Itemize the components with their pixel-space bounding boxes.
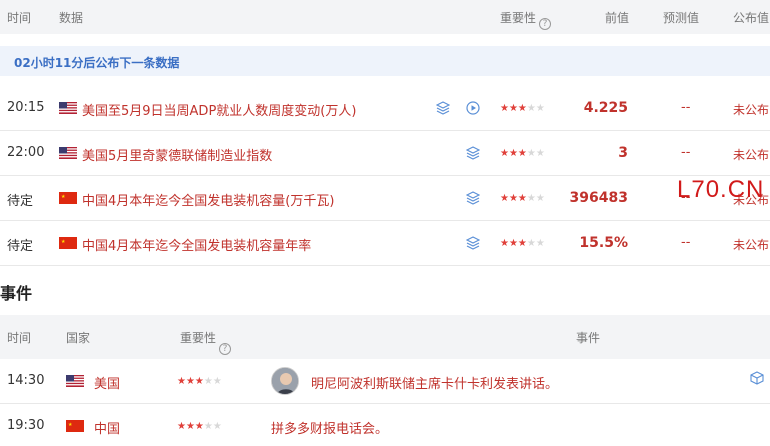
header-time: 时间 <box>7 11 32 25</box>
published-value: 未公布 <box>733 103 770 117</box>
layers-icon[interactable] <box>436 101 450 115</box>
layers-icon[interactable] <box>466 236 480 250</box>
importance-stars: ★★★★★ <box>500 193 545 204</box>
event-row[interactable]: 19:30 ★ 中国 ★★★★★ 拼多多财报电话会。 <box>0 404 770 446</box>
row-title[interactable]: 中国4月本年迄今全国发电装机容量年率 <box>82 235 311 254</box>
previous-value: 3 <box>618 145 628 161</box>
table-row[interactable]: 20:15 美国至5月9日当周ADP就业人数周度变动(万人) ★★★★★ 4.2… <box>0 86 770 131</box>
events-header-time: 时间 <box>7 331 32 345</box>
svg-text:★: ★ <box>68 422 73 428</box>
table-row[interactable]: 22:00 美国5月里奇蒙德联储制造业指数 ★★★★★ 3 -- 未公布 <box>0 131 770 176</box>
importance-stars: ★★★★★ <box>177 376 222 387</box>
event-country: 中国 <box>94 422 121 437</box>
previous-value: 4.225 <box>583 100 628 116</box>
event-text[interactable]: 明尼阿波利斯联储主席卡什卡利发表讲话。 <box>311 373 558 392</box>
forecast-value: -- <box>681 100 691 115</box>
importance-stars: ★★★★★ <box>500 238 545 249</box>
china-flag-icon: ★ <box>66 420 84 432</box>
header-data: 数据 <box>59 11 84 25</box>
table-row[interactable]: 待定 ★ 中国4月本年迄今全国发电装机容量年率 ★★★★★ 15.5% -- 未… <box>0 221 770 266</box>
importance-stars: ★★★★★ <box>177 421 222 432</box>
china-flag-icon: ★ <box>59 192 77 204</box>
forecast-value: -- <box>681 145 691 160</box>
layers-icon[interactable] <box>466 146 480 160</box>
china-flag-icon: ★ <box>59 237 77 249</box>
forecast-value: -- <box>681 235 691 250</box>
help-icon[interactable]: ? <box>539 18 552 30</box>
events-header-importance: 重要性? <box>180 329 232 355</box>
header-importance: 重要性? <box>500 9 552 30</box>
header-published: 公布值 <box>733 11 770 25</box>
us-flag-icon <box>59 147 77 159</box>
cube-icon[interactable] <box>750 371 764 385</box>
svg-text:★: ★ <box>61 239 66 245</box>
published-value: 未公布 <box>733 238 770 252</box>
watermark: L70.CN <box>677 176 765 203</box>
row-title[interactable]: 中国4月本年迄今全国发电装机容量(万千瓦) <box>82 190 334 209</box>
us-flag-icon <box>66 375 84 387</box>
banner-text: 02小时11分后公布下一条数据 <box>14 56 180 70</box>
event-time: 19:30 <box>7 418 45 433</box>
row-time: 待定 <box>7 239 34 254</box>
row-title[interactable]: 美国5月里奇蒙德联储制造业指数 <box>82 145 272 164</box>
previous-value: 15.5% <box>579 235 628 251</box>
row-time: 22:00 <box>7 145 45 160</box>
events-section-title: 事件 <box>0 284 33 303</box>
importance-stars: ★★★★★ <box>500 148 545 159</box>
events-header-event: 事件 <box>576 331 601 345</box>
previous-value: 396483 <box>569 190 628 206</box>
event-row[interactable]: 14:30 美国 ★★★★★ 明尼阿波利斯联储主席卡什卡利发表讲话。 <box>0 359 770 404</box>
event-country: 美国 <box>94 377 121 392</box>
event-text[interactable]: 拼多多财报电话会。 <box>271 418 388 437</box>
table-header: 时间 数据 重要性? 前值 预测值 公布值 <box>0 0 770 34</box>
header-forecast: 预测值 <box>663 11 700 25</box>
table-row[interactable]: 待定 ★ 中国4月本年迄今全国发电装机容量(万千瓦) ★★★★★ 396483 … <box>0 176 770 221</box>
play-icon[interactable] <box>466 101 480 115</box>
row-time: 待定 <box>7 194 34 209</box>
events-table-header: 时间 国家 重要性? 事件 <box>0 315 770 359</box>
next-release-banner: 02小时11分后公布下一条数据 <box>0 46 770 76</box>
us-flag-icon <box>59 102 77 114</box>
help-icon[interactable]: ? <box>219 343 232 355</box>
published-value: 未公布 <box>733 148 770 162</box>
layers-icon[interactable] <box>466 191 480 205</box>
event-time: 14:30 <box>7 373 45 388</box>
row-time: 20:15 <box>7 100 45 115</box>
importance-stars: ★★★★★ <box>500 103 545 114</box>
row-title[interactable]: 美国至5月9日当周ADP就业人数周度变动(万人) <box>82 100 356 119</box>
header-previous: 前值 <box>605 11 630 25</box>
events-header-country: 国家 <box>66 331 91 345</box>
svg-text:★: ★ <box>61 194 66 200</box>
avatar <box>271 367 299 395</box>
